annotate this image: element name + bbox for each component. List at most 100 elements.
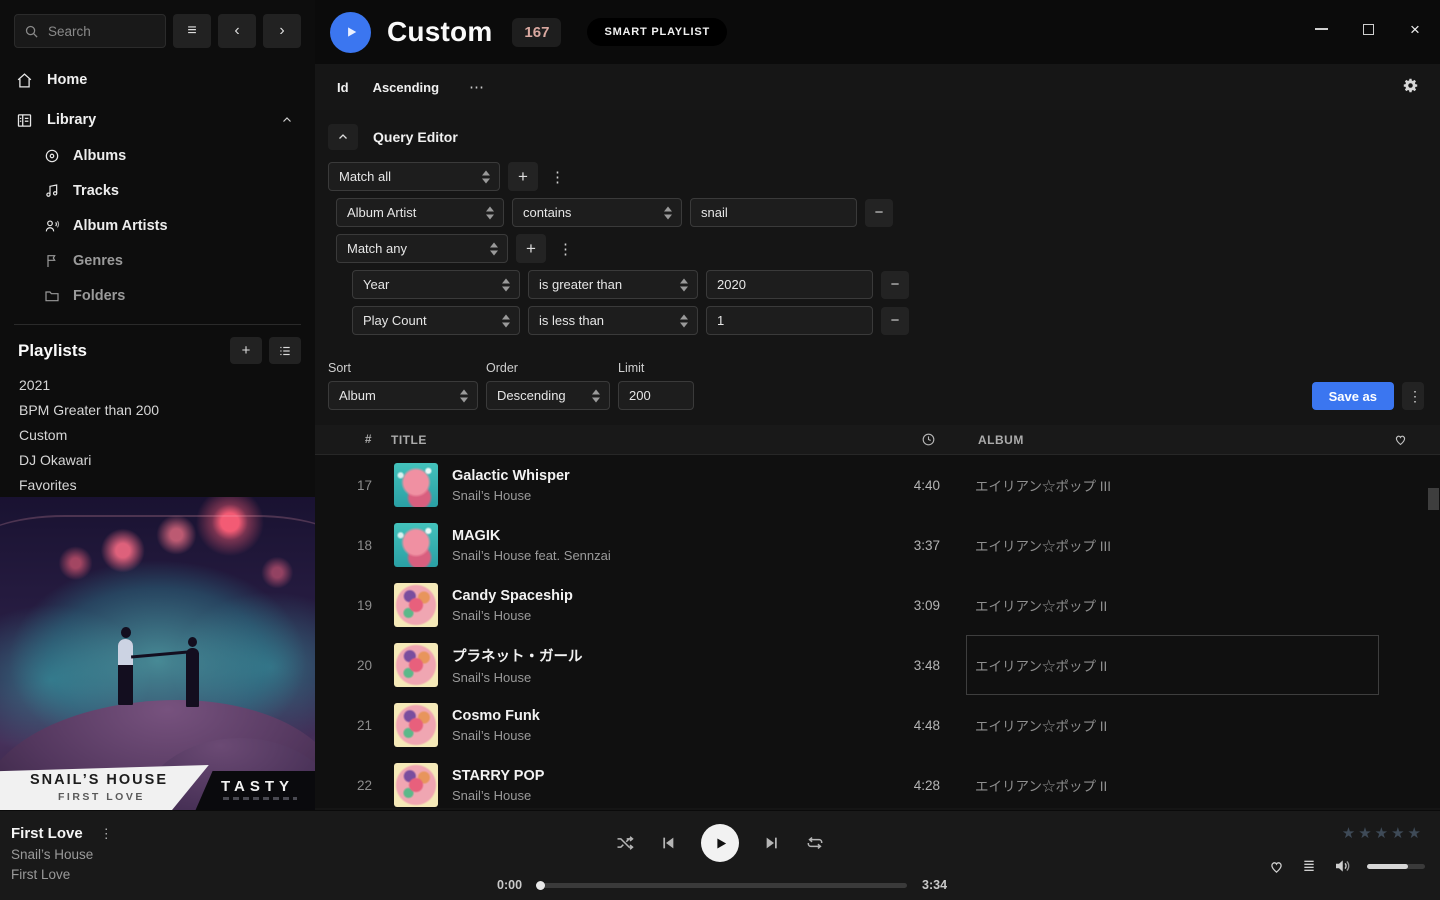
search-input[interactable] (46, 23, 156, 40)
sort-direction-button[interactable]: Ascending (373, 80, 439, 95)
rule-field-select[interactable]: Play Count (352, 306, 520, 335)
group-menu-button[interactable]: ⋮ (546, 168, 569, 186)
add-rule-button[interactable]: + (508, 162, 538, 191)
track-count-badge: 167 (512, 18, 561, 47)
nav-back-button[interactable]: ‹ (218, 14, 256, 48)
sort-select[interactable]: Album (328, 381, 478, 410)
favorite-button[interactable] (1268, 858, 1285, 875)
rule-value-input[interactable]: snail (690, 198, 857, 227)
remove-rule-button[interactable]: − (881, 271, 909, 299)
page-title: Custom (387, 16, 492, 48)
progress-section: 0:00 3:34 (497, 878, 947, 892)
window-close-button[interactable]: × (1406, 20, 1424, 38)
sidebar-item-library[interactable]: Library (0, 102, 315, 138)
playlist-list-button[interactable] (269, 337, 301, 364)
kebab-icon: ⋮ (550, 169, 565, 186)
track-row[interactable]: 20 プラネット・ガール Snail’s House 3:48 エイリアン☆ポッ… (315, 635, 1440, 695)
volume-fill (1367, 864, 1408, 869)
duration-column-clock-icon[interactable] (921, 432, 936, 447)
window-controls: × (1312, 20, 1424, 38)
cover-label-logo: TASTY (221, 778, 315, 795)
shuffle-button[interactable] (615, 833, 635, 853)
previous-track-button[interactable] (660, 835, 676, 851)
now-playing-menu-button[interactable]: ⋮ (96, 826, 117, 842)
playlist-item[interactable]: 2021 (19, 372, 315, 397)
rule-field-select[interactable]: Album Artist (336, 198, 504, 227)
rule-operator-select[interactable]: is greater than (528, 270, 698, 299)
sort-field-button[interactable]: Id (337, 80, 349, 95)
sidebar-item-albums[interactable]: Albums (44, 138, 315, 173)
scrollbar-thumb[interactable] (1428, 488, 1439, 510)
favorite-column-heart-icon[interactable] (1393, 432, 1408, 447)
options-menu-button[interactable]: ⋮ (1402, 382, 1424, 410)
column-number[interactable]: # (315, 432, 372, 446)
chevron-up-icon[interactable] (281, 114, 293, 126)
rule-value-input[interactable]: 2020 (706, 270, 873, 299)
track-row[interactable]: 19 Candy Spaceship Snail’s House 3:09 エイ… (315, 575, 1440, 635)
window-maximize-button[interactable] (1359, 20, 1377, 38)
toolbar-more-button[interactable]: ⋯ (463, 77, 491, 97)
sidebar-search-row: ≡ ‹ › (0, 0, 315, 48)
playlist-item[interactable]: Favorites (19, 472, 315, 497)
menu-button[interactable]: ≡ (173, 14, 211, 48)
track-row[interactable]: 17 Galactic Whisper Snail’s House 4:40 エ… (315, 455, 1440, 515)
remove-rule-button[interactable]: − (881, 307, 909, 335)
playlist-item[interactable]: DJ Okawari (19, 447, 315, 472)
save-as-button[interactable]: Save as (1312, 382, 1394, 410)
rule-operator-select[interactable]: is less than (528, 306, 698, 335)
sidebar-item-album-artists[interactable]: Album Artists (44, 208, 315, 243)
nav-forward-button[interactable]: › (263, 14, 301, 48)
rule-field-value: Album Artist (347, 205, 416, 220)
add-playlist-button[interactable]: + (230, 337, 262, 364)
track-info: Candy Spaceship Snail’s House (452, 588, 890, 623)
sidebar-item-home[interactable]: Home (0, 62, 315, 98)
repeat-button[interactable] (805, 833, 825, 853)
progress-bar[interactable] (537, 883, 907, 888)
sidebar-item-genres[interactable]: Genres (44, 243, 315, 278)
select-arrows-icon (486, 206, 494, 219)
track-album: エイリアン☆ポップ II (966, 755, 1379, 808)
match-mode-select[interactable]: Match any (336, 234, 508, 263)
track-album-focused-cell[interactable]: エイリアン☆ポップ II (966, 635, 1379, 695)
add-rule-button[interactable]: + (516, 234, 546, 263)
remove-rule-button[interactable]: − (865, 199, 893, 227)
playlist-item[interactable]: Custom (19, 422, 315, 447)
sidebar-item-tracks[interactable]: Tracks (44, 173, 315, 208)
window-minimize-button[interactable] (1312, 20, 1330, 38)
elapsed-time: 0:00 (497, 878, 522, 892)
progress-knob[interactable] (536, 881, 545, 890)
order-select[interactable]: Descending (486, 381, 610, 410)
rule-value-input[interactable]: 1 (706, 306, 873, 335)
rule-field-select[interactable]: Year (352, 270, 520, 299)
next-track-button[interactable] (764, 835, 780, 851)
library-icon (16, 112, 33, 129)
minimize-icon (1315, 28, 1328, 30)
chevron-up-icon (337, 131, 349, 143)
track-row[interactable]: 18 MAGIK Snail’s House feat. Sennzai 3:3… (315, 515, 1440, 575)
track-row[interactable]: 21 Cosmo Funk Snail’s House 4:48 エイリアン☆ポ… (315, 695, 1440, 755)
search-box[interactable] (14, 14, 166, 48)
limit-input[interactable]: 200 (618, 381, 694, 410)
volume-slider[interactable] (1367, 864, 1425, 869)
group-menu-button[interactable]: ⋮ (554, 240, 577, 258)
column-title[interactable]: TITLE (391, 433, 427, 447)
volume-button[interactable] (1333, 857, 1351, 875)
sort-group: Sort Album (328, 361, 478, 410)
rule-operator-value: is greater than (539, 277, 622, 292)
minus-icon: − (875, 204, 884, 221)
match-mode-select[interactable]: Match all (328, 162, 500, 191)
play-playlist-button[interactable] (330, 12, 371, 53)
play-pause-button[interactable] (701, 824, 739, 862)
queue-button[interactable] (1301, 858, 1317, 874)
play-icon (344, 25, 358, 39)
rating-stars[interactable]: ★★★★★ (1342, 824, 1424, 842)
column-album[interactable]: ALBUM (978, 433, 1024, 447)
query-editor-collapse-button[interactable] (328, 124, 358, 150)
rule-field-value: Year (363, 277, 389, 292)
playlist-item[interactable]: BPM Greater than 200 (19, 397, 315, 422)
settings-gear-button[interactable] (1402, 77, 1419, 97)
track-row[interactable]: 22 STARRY POP Snail’s House 4:28 エイリアン☆ポ… (315, 755, 1440, 808)
sidebar-item-folders[interactable]: Folders (44, 278, 315, 313)
rule-operator-select[interactable]: contains (512, 198, 682, 227)
query-editor-title: Query Editor (373, 129, 458, 145)
